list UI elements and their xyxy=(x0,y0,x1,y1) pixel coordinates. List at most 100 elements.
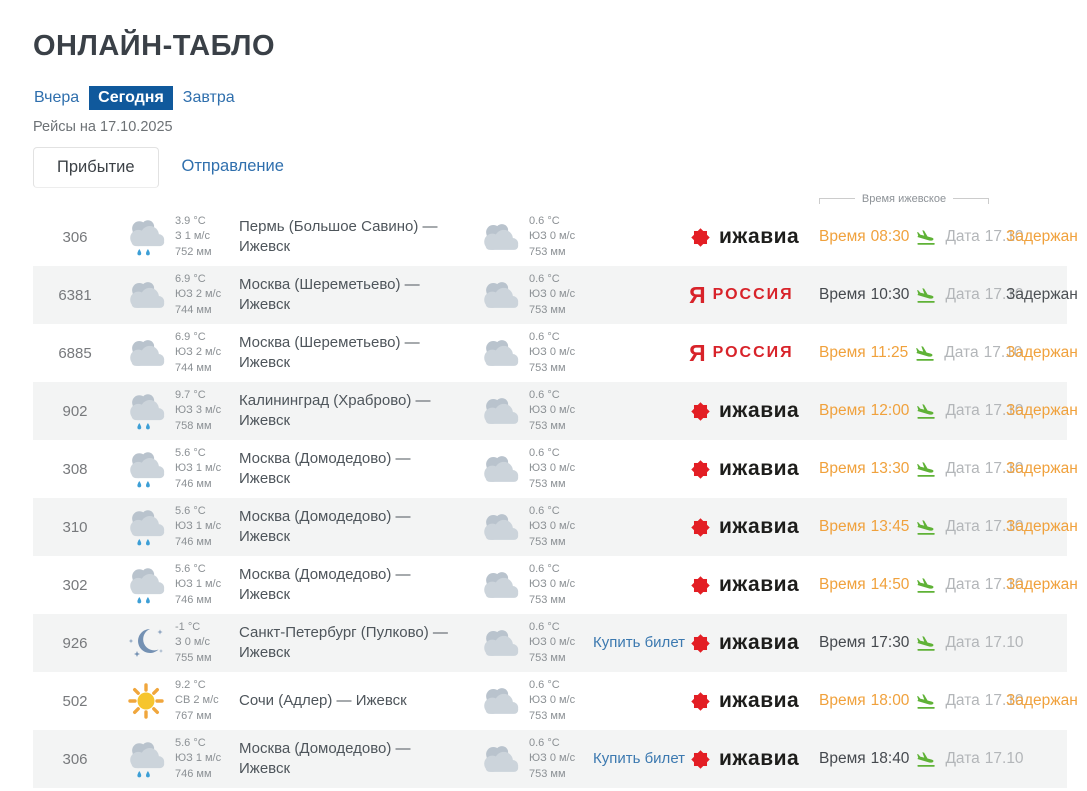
arrival-date: Дата17.10 xyxy=(945,634,1023,652)
bracket-line-left xyxy=(819,198,855,204)
arrival-time: Время10:30 xyxy=(819,286,909,304)
origin-wind: ЮЗ 1 м/с xyxy=(175,751,239,766)
tab-today[interactable]: Сегодня xyxy=(89,86,173,110)
status-badge: Задержан xyxy=(1004,692,1078,710)
airline-logo: ижавиа xyxy=(689,573,819,597)
timezone-bracket: Время ижевское xyxy=(819,193,989,205)
flight-route: Сочи (Адлер) — Ижевск xyxy=(239,691,471,711)
bracket-line-right xyxy=(953,198,989,204)
cloudy-icon xyxy=(471,743,529,775)
airline-logo: ижавиа xyxy=(689,399,819,423)
flight-row: 310 5.6 °C ЮЗ 1 м/с 746 мм Москва (Домод… xyxy=(33,498,1067,556)
airline-logo: R РОССИЯ xyxy=(689,342,819,365)
tab-tomorrow[interactable]: Завтра xyxy=(182,86,236,110)
flight-number: 902 xyxy=(33,403,117,420)
origin-temperature: 6.9 °C xyxy=(175,272,239,287)
destination-weather: 0.6 °C ЮЗ 0 м/с 753 мм xyxy=(529,272,593,318)
rossiya-wing-icon: R xyxy=(689,342,706,365)
destination-wind: ЮЗ 0 м/с xyxy=(529,577,593,592)
buy-ticket-cell: Купить билет xyxy=(593,634,689,652)
flight-route: Москва (Домодедово) — Ижевск xyxy=(239,739,471,780)
origin-temperature: 3.9 °C xyxy=(175,214,239,229)
origin-pressure: 755 мм xyxy=(175,651,239,666)
timezone-label: Время ижевское xyxy=(855,193,953,205)
direction-tabs: Прибытие Отправление xyxy=(33,147,1067,188)
airline-name: ижавиа xyxy=(719,399,799,423)
arrival-time: Время08:30 xyxy=(819,228,909,246)
destination-pressure: 753 мм xyxy=(529,477,593,492)
buy-ticket-link[interactable]: Купить билет xyxy=(593,750,685,767)
time-cell: Время14:50 Дата17.10 xyxy=(819,576,1004,594)
time-cell: Время13:30 Дата17.10 xyxy=(819,460,1004,478)
destination-temperature: 0.6 °C xyxy=(529,272,593,287)
buy-ticket-cell: Купить билет xyxy=(593,402,689,420)
flight-number: 6885 xyxy=(33,345,117,362)
origin-temperature: 5.6 °C xyxy=(175,446,239,461)
rain-cloud-icon xyxy=(117,391,175,431)
destination-pressure: 753 мм xyxy=(529,767,593,782)
origin-pressure: 767 мм xyxy=(175,709,239,724)
cloudy-icon xyxy=(471,221,529,253)
destination-pressure: 753 мм xyxy=(529,593,593,608)
origin-temperature: -1 °C xyxy=(175,620,239,635)
destination-weather: 0.6 °C ЮЗ 0 м/с 753 мм xyxy=(529,388,593,434)
flight-route: Москва (Шереметьево) — Ижевск xyxy=(239,333,471,374)
flights-list: 306 3.9 °C З 1 м/с 752 мм Пермь (Большое… xyxy=(33,208,1067,788)
origin-weather: 5.6 °C ЮЗ 1 м/с 746 мм xyxy=(175,446,239,492)
izhavia-star-icon xyxy=(689,632,712,655)
airline-name: ижавиа xyxy=(719,689,799,713)
time-cell: Время10:30 Дата17.10 xyxy=(819,286,1004,304)
destination-temperature: 0.6 °C xyxy=(529,620,593,635)
airline-logo: R РОССИЯ xyxy=(689,284,819,307)
izhavia-star-icon xyxy=(689,516,712,539)
origin-weather: 6.9 °C ЮЗ 2 м/с 744 мм xyxy=(175,272,239,318)
izhavia-star-icon xyxy=(689,748,712,771)
origin-pressure: 746 мм xyxy=(175,593,239,608)
flight-route: Москва (Шереметьево) — Ижевск xyxy=(239,275,471,316)
tab-departures[interactable]: Отправление xyxy=(159,147,307,188)
destination-wind: ЮЗ 0 м/с xyxy=(529,693,593,708)
flight-route: Пермь (Большое Савино) — Ижевск xyxy=(239,217,471,258)
cloudy-icon xyxy=(117,337,175,369)
destination-weather: 0.6 °C ЮЗ 0 м/с 753 мм xyxy=(529,504,593,550)
destination-weather: 0.6 °C ЮЗ 0 м/с 753 мм xyxy=(529,620,593,666)
origin-weather: 5.6 °C ЮЗ 1 м/с 746 мм xyxy=(175,736,239,782)
origin-pressure: 744 мм xyxy=(175,361,239,376)
origin-weather: 6.9 °C ЮЗ 2 м/с 744 мм xyxy=(175,330,239,376)
tab-yesterday[interactable]: Вчера xyxy=(33,86,80,110)
destination-pressure: 753 мм xyxy=(529,361,593,376)
plane-landing-icon xyxy=(915,344,937,362)
origin-temperature: 5.6 °C xyxy=(175,504,239,519)
status-badge: Задержан xyxy=(1004,518,1078,536)
buy-ticket-link[interactable]: Купить билет xyxy=(593,634,685,651)
destination-pressure: 753 мм xyxy=(529,419,593,434)
arrival-time: Время13:30 xyxy=(819,460,909,478)
status-badge: Задержан xyxy=(1004,286,1078,304)
tab-arrivals[interactable]: Прибытие xyxy=(33,147,159,188)
origin-weather: 9.2 °C СВ 2 м/с 767 мм xyxy=(175,678,239,724)
status-badge: Задержан xyxy=(1004,228,1078,246)
plane-landing-icon xyxy=(916,576,938,594)
flight-row: 306 5.6 °C ЮЗ 1 м/с 746 мм Москва (Домод… xyxy=(33,730,1067,788)
destination-weather: 0.6 °C ЮЗ 0 м/с 753 мм xyxy=(529,214,593,260)
flight-number: 306 xyxy=(33,229,117,246)
sun-icon xyxy=(117,681,175,721)
izhavia-star-icon xyxy=(689,458,712,481)
arrival-time: Время18:40 xyxy=(819,750,909,768)
destination-pressure: 753 мм xyxy=(529,535,593,550)
rain-cloud-icon xyxy=(117,507,175,547)
status-badge: Задержан xyxy=(1004,576,1078,594)
flight-route: Москва (Домодедово) — Ижевск xyxy=(239,507,471,548)
airline-name: ижавиа xyxy=(719,573,799,597)
airline-name: ижавиа xyxy=(719,747,799,771)
origin-temperature: 9.7 °C xyxy=(175,388,239,403)
destination-temperature: 0.6 °C xyxy=(529,562,593,577)
flight-number: 306 xyxy=(33,751,117,768)
cloudy-icon xyxy=(471,569,529,601)
destination-temperature: 0.6 °C xyxy=(529,388,593,403)
arrival-time: Время13:45 xyxy=(819,518,909,536)
page-title: ОНЛАЙН-ТАБЛО xyxy=(33,30,1067,63)
arrival-time: Время11:25 xyxy=(819,344,908,362)
cloudy-icon xyxy=(471,337,529,369)
destination-pressure: 753 мм xyxy=(529,709,593,724)
